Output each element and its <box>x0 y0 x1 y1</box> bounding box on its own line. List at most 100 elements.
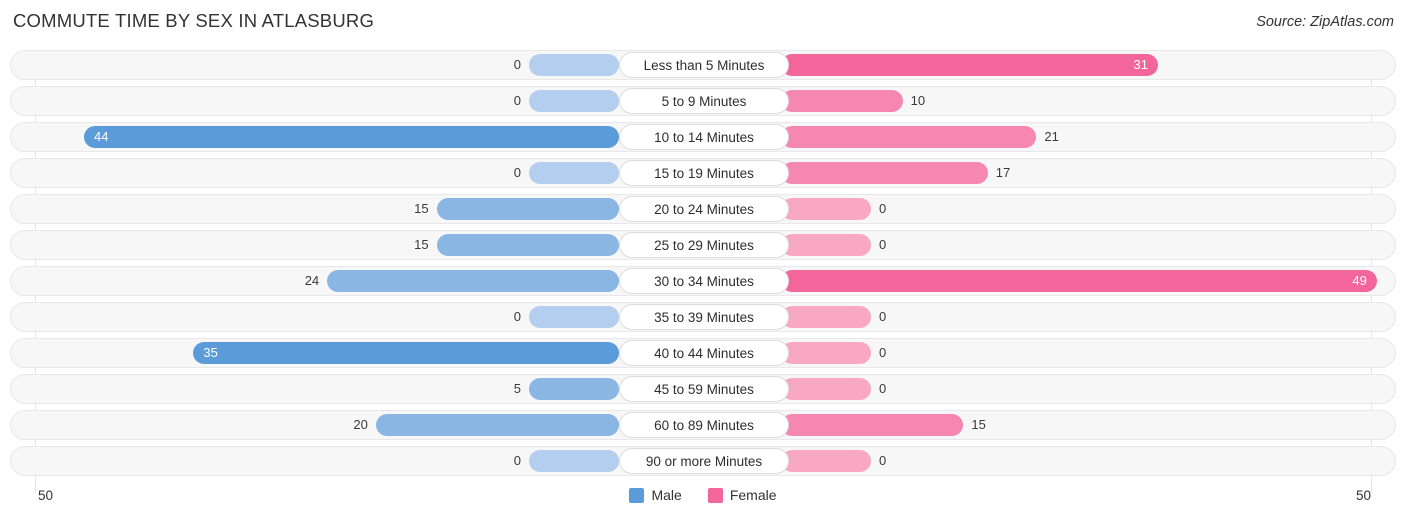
female-value-label: 0 <box>879 453 887 468</box>
male-bar-cell: 35 <box>11 339 619 367</box>
category-label[interactable]: 60 to 89 Minutes <box>619 412 789 438</box>
male-bar-cell: 15 <box>11 195 619 223</box>
legend-swatch-male <box>629 487 645 503</box>
female-bar[interactable] <box>781 198 871 220</box>
category-label[interactable]: 10 to 14 Minutes <box>619 124 789 150</box>
male-bar[interactable] <box>375 414 619 436</box>
male-bar[interactable] <box>529 54 619 76</box>
female-bar[interactable] <box>781 378 871 400</box>
female-bar-cell: 17 <box>781 159 1389 187</box>
source-attribution: Source: ZipAtlas.com <box>1256 14 1394 30</box>
table-row[interactable]: 15 0 25 to 29 Minutes <box>10 230 1396 260</box>
table-row[interactable]: 0 31 Less than 5 Minutes <box>10 50 1396 80</box>
female-bar-cell: 0 <box>781 375 1389 403</box>
male-value-label: 20 <box>353 417 368 432</box>
male-bar-cell: 0 <box>11 87 619 115</box>
male-value-label: 0 <box>513 309 521 324</box>
male-value-label: 0 <box>513 165 521 180</box>
female-bar[interactable] <box>781 414 964 436</box>
legend: Male Female <box>0 487 1406 503</box>
male-value-label: 44 <box>93 129 109 144</box>
male-bar-cell: 0 <box>11 303 619 331</box>
category-label[interactable]: 25 to 29 Minutes <box>619 232 789 258</box>
female-bar-cell: 0 <box>781 339 1389 367</box>
category-label[interactable]: 45 to 59 Minutes <box>619 376 789 402</box>
male-value-label: 35 <box>203 345 218 360</box>
table-row[interactable]: 0 10 5 to 9 Minutes <box>10 86 1396 116</box>
female-value-label: 17 <box>995 165 1011 180</box>
female-bar[interactable] <box>781 90 903 112</box>
category-label[interactable]: 15 to 19 Minutes <box>619 160 789 186</box>
female-bar-cell: 31 <box>781 51 1389 79</box>
category-label[interactable]: 20 to 24 Minutes <box>619 196 789 222</box>
male-bar[interactable] <box>436 234 619 256</box>
table-row[interactable]: 44 21 10 to 14 Minutes <box>10 122 1396 152</box>
table-row[interactable]: 5 0 45 to 59 Minutes <box>10 374 1396 404</box>
female-value-label: 15 <box>971 417 986 432</box>
female-bar-cell: 21 <box>781 123 1389 151</box>
table-row[interactable]: 0 0 35 to 39 Minutes <box>10 302 1396 332</box>
legend-item-male[interactable]: Male <box>629 487 682 503</box>
category-label[interactable]: 30 to 34 Minutes <box>619 268 789 294</box>
table-row[interactable]: 15 0 20 to 24 Minutes <box>10 194 1396 224</box>
category-label[interactable]: 35 to 39 Minutes <box>619 304 789 330</box>
female-bar-cell: 15 <box>781 411 1389 439</box>
female-value-label: 21 <box>1044 129 1059 144</box>
male-bar-cell: 15 <box>11 231 619 259</box>
legend-label-female: Female <box>729 487 777 503</box>
male-bar-cell: 24 <box>11 267 619 295</box>
male-bar-cell: 0 <box>11 447 619 475</box>
female-bar[interactable]: 31 <box>781 54 1158 76</box>
female-value-label: 0 <box>879 237 887 252</box>
female-bar[interactable] <box>781 234 871 256</box>
female-value-label: 0 <box>879 345 887 360</box>
male-bar[interactable] <box>529 90 619 112</box>
female-value-label: 31 <box>1133 57 1148 72</box>
category-label[interactable]: Less than 5 Minutes <box>619 52 789 78</box>
male-value-label: 0 <box>513 93 521 108</box>
male-value-label: 24 <box>304 273 320 288</box>
female-bar[interactable]: 49 <box>781 270 1377 292</box>
male-bar[interactable] <box>529 450 619 472</box>
male-bar[interactable] <box>327 270 619 292</box>
plot-area: 0 31 Less than 5 Minutes 0 10 5 to 9 Minutes 4… <box>0 50 1406 492</box>
male-bar-cell: 5 <box>11 375 619 403</box>
female-value-label: 0 <box>879 381 887 396</box>
table-row[interactable]: 35 0 40 to 44 Minutes <box>10 338 1396 368</box>
legend-swatch-female <box>707 487 723 503</box>
category-label[interactable]: 90 or more Minutes <box>619 448 789 474</box>
male-bar-cell: 44 <box>11 123 619 151</box>
table-row[interactable]: 0 0 90 or more Minutes <box>10 446 1396 476</box>
female-bar[interactable] <box>781 450 871 472</box>
male-bar[interactable] <box>436 198 619 220</box>
commute-time-chart: COMMUTE TIME BY SEX IN ATLASBURG Source:… <box>0 0 1406 523</box>
legend-label-male: Male <box>651 487 682 503</box>
legend-item-female[interactable]: Female <box>707 487 777 503</box>
female-bar[interactable] <box>781 126 1037 148</box>
female-bar[interactable] <box>781 162 988 184</box>
male-bar[interactable]: 35 <box>193 342 619 364</box>
female-bar-cell: 0 <box>781 195 1389 223</box>
female-bar[interactable] <box>781 306 871 328</box>
male-bar[interactable] <box>529 378 619 400</box>
female-bar-cell: 0 <box>781 231 1389 259</box>
category-label[interactable]: 40 to 44 Minutes <box>619 340 789 366</box>
male-bar-cell: 0 <box>11 159 619 187</box>
male-bar-cell: 0 <box>11 51 619 79</box>
male-value-label: 15 <box>414 201 429 216</box>
female-value-label: 10 <box>910 93 926 108</box>
category-label[interactable]: 5 to 9 Minutes <box>619 88 789 114</box>
female-bar[interactable] <box>781 342 871 364</box>
female-value-label: 0 <box>879 309 887 324</box>
male-bar[interactable] <box>529 162 619 184</box>
female-value-label: 49 <box>1352 273 1367 288</box>
male-bar-cell: 20 <box>11 411 619 439</box>
table-row[interactable]: 24 49 30 to 34 Minutes <box>10 266 1396 296</box>
male-value-label: 5 <box>513 381 521 396</box>
table-row[interactable]: 20 15 60 to 89 Minutes <box>10 410 1396 440</box>
female-bar-cell: 0 <box>781 447 1389 475</box>
male-bar[interactable]: 44 <box>83 126 619 148</box>
male-bar[interactable] <box>529 306 619 328</box>
table-row[interactable]: 0 17 15 to 19 Minutes <box>10 158 1396 188</box>
male-value-label: 0 <box>513 453 521 468</box>
